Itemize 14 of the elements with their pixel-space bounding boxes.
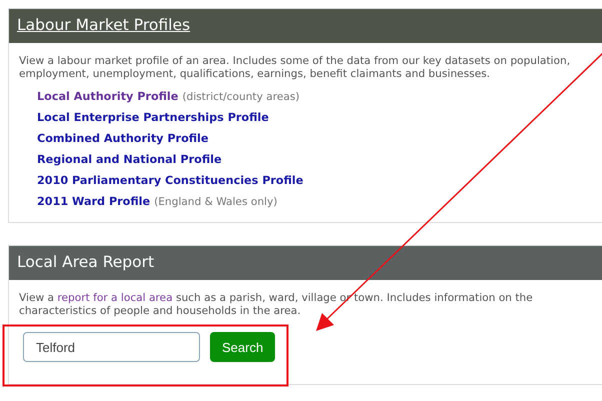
- search-field[interactable]: Telford: [23, 332, 200, 362]
- profile-link[interactable]: 2010 Parliamentary Constituencies Profile: [37, 174, 304, 187]
- profile-link[interactable]: Combined Authority Profile: [37, 132, 208, 145]
- description: View a labour market profile of an area. Includes some of the data from our key datasets on population, employment, unemployment, qualifications, earnings, benefit claimants and businesses.: [19, 55, 572, 81]
- link-note: (England & Wales only): [154, 196, 278, 208]
- section-title: Local Area Report: [17, 253, 154, 271]
- inline-link[interactable]: report for a local area: [57, 292, 173, 304]
- link-note: (district/county areas): [182, 91, 300, 103]
- search-button[interactable]: Search: [210, 332, 276, 362]
- section-title[interactable]: Labour Market Profiles: [17, 16, 190, 34]
- profile-link[interactable]: Local Enterprise Partnerships Profile: [37, 111, 269, 124]
- profile-link[interactable]: 2011 Ward Profile: [37, 195, 150, 208]
- profile-link[interactable]: Regional and National Profile: [37, 153, 222, 166]
- profile-link[interactable]: Local Authority Profile: [37, 90, 178, 103]
